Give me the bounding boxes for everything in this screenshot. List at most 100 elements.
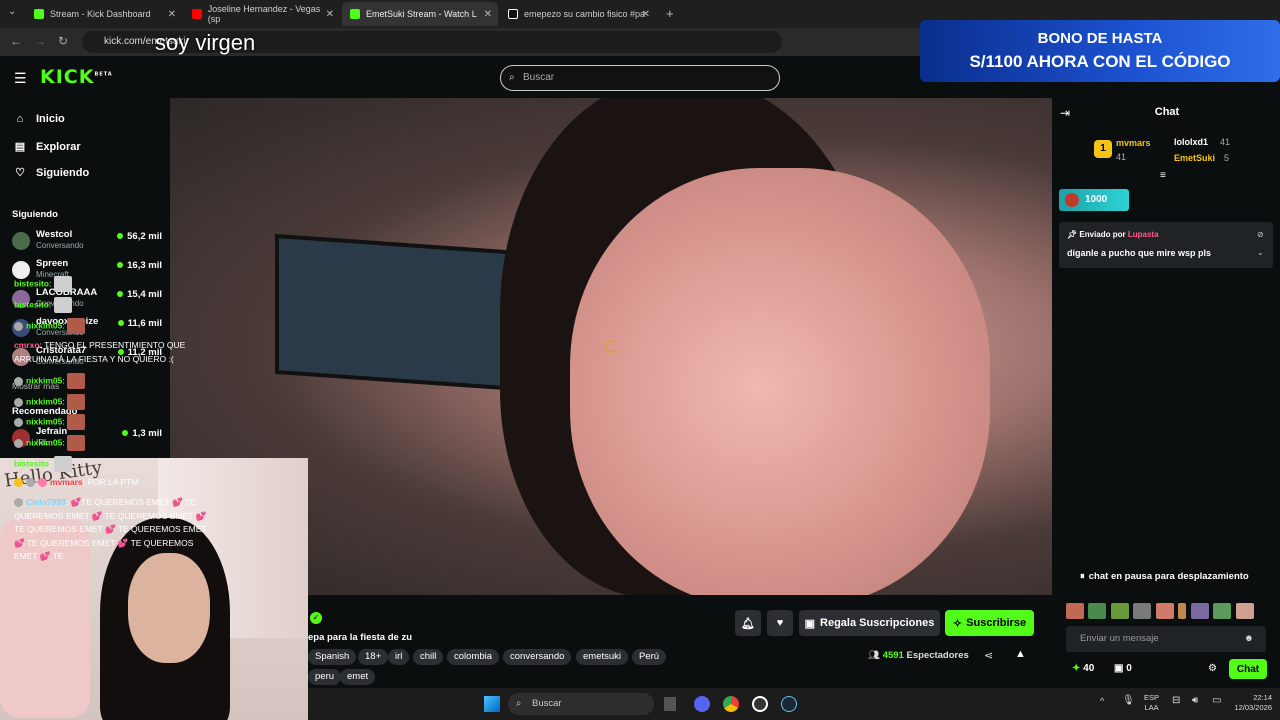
browser-tab[interactable]: Stream - Kick Dashboard ✕ [26, 2, 182, 26]
emote-icon[interactable] [1235, 602, 1254, 619]
chat-username[interactable]: nixkim05 [26, 437, 62, 447]
new-tab-icon[interactable]: + [666, 6, 674, 21]
menu-icon[interactable]: ☰ [14, 70, 27, 87]
close-icon[interactable]: ✕ [326, 9, 334, 20]
unpin-icon[interactable]: ⊘ [1257, 230, 1264, 239]
stream-tag[interactable]: peru [308, 669, 342, 685]
channel-points[interactable]: ✦ 40 [1072, 663, 1094, 674]
chat-username[interactable]: nixkim05 [26, 416, 62, 426]
top-gifter-name[interactable]: lololxd1 [1174, 137, 1208, 147]
emote-icon[interactable] [1190, 602, 1209, 619]
sidebar-item-inicio[interactable]: ⌂ Inicio [12, 113, 65, 125]
steam-icon[interactable] [781, 696, 797, 712]
follow-button[interactable]: ♥ [767, 610, 793, 636]
close-icon[interactable]: ✕ [484, 9, 492, 20]
stream-tag[interactable]: irl [388, 649, 410, 665]
send-chat-button[interactable]: Chat [1229, 659, 1267, 679]
stream-tag[interactable]: Perú [632, 649, 667, 665]
sidebar-item-explorar[interactable]: ▤ Explorar [12, 140, 81, 154]
discord-icon[interactable] [694, 696, 710, 712]
reload-icon[interactable]: ↻ [58, 34, 68, 48]
gift-count[interactable]: ▣ 0 [1114, 663, 1132, 674]
emoji-icon[interactable]: ☻ [1244, 626, 1254, 652]
chat-message: nixkim05: [14, 373, 214, 389]
gear-icon[interactable]: ⚙ [1208, 663, 1217, 674]
emote-icon[interactable] [1133, 602, 1152, 619]
chat-username[interactable]: bistesito [14, 278, 49, 288]
points-icon: ✦ [1072, 663, 1081, 674]
top-gifter-count: 41 [1116, 152, 1127, 162]
chat-message: cmrxo: TENGO EL PRESENTIMIENTO QUE ARRUI… [14, 340, 186, 364]
forward-arrow-icon[interactable]: → [34, 34, 46, 48]
chevron-down-icon[interactable]: ⌄ [1257, 248, 1264, 257]
task-view-icon[interactable] [664, 697, 676, 711]
chat-username[interactable]: bistesito [14, 299, 49, 309]
chat-username[interactable]: bistesito [14, 458, 49, 468]
volume-icon[interactable]: 🔊︎ [1192, 695, 1198, 706]
channel-name: Westcol [36, 229, 73, 240]
subscribe-button[interactable]: ✧ Suscribirse [945, 610, 1034, 636]
stream-tag[interactable]: colombia [447, 649, 500, 665]
pin-icon: 📌︎ [1067, 230, 1078, 239]
battery-icon[interactable]: ▭ [1212, 695, 1221, 706]
gift-icon: ▣ [1114, 663, 1124, 674]
chat-username[interactable]: mvmars [50, 477, 83, 487]
chat-username[interactable]: cmrxo [14, 340, 40, 350]
browser-tab-active[interactable]: EmetSuki Stream - Watch L ✕ [342, 2, 498, 26]
top-gifter-name[interactable]: mvmars [1116, 138, 1151, 148]
sidebar-channel[interactable]: Westcol Conversando 56,2 mil [12, 229, 162, 255]
clock[interactable]: 22:14 12/03/2026 [1222, 693, 1272, 713]
chat-username[interactable]: nixkim05 [26, 320, 62, 330]
emote-icon[interactable] [1110, 602, 1129, 619]
emote-icon[interactable] [1213, 602, 1232, 619]
stream-tag[interactable]: 18+ [358, 649, 389, 665]
report-icon[interactable]: ▲ [1015, 648, 1026, 660]
chevron-up-icon[interactable]: ^ [1100, 696, 1104, 706]
expand-icon[interactable]: ≡ [1160, 170, 1166, 181]
chat-username[interactable]: Cielo7893 [26, 497, 66, 507]
stream-tag[interactable]: Spanish [308, 649, 357, 665]
chat-username[interactable]: nixkim05 [26, 396, 62, 406]
stream-tag[interactable]: chill [413, 649, 444, 665]
browser-tab[interactable]: Joseline Hernandez - Vegas (sp ✕ [184, 2, 340, 26]
top-gifter-name[interactable]: EmetSuki [1174, 153, 1215, 163]
chat-message: mvmars: POR LA PTM [14, 476, 214, 490]
search-input[interactable]: ⌕ Buscar [500, 65, 780, 91]
collapse-chat-icon[interactable]: ⇥ [1060, 106, 1070, 120]
back-arrow-icon[interactable]: ← [10, 34, 22, 48]
taskbar-search[interactable]: ⌕ Buscar [508, 693, 654, 715]
tab-search-icon[interactable]: ⌄ [8, 6, 16, 17]
chat-input[interactable]: Enviar un mensaje ☻ [1066, 626, 1266, 652]
stream-tag[interactable]: emetsuki [576, 649, 629, 665]
chat-goal-progress[interactable]: 1000 [1059, 189, 1129, 211]
chat-username[interactable]: nixkim05 [26, 375, 62, 385]
stream-tag[interactable]: conversando [503, 649, 572, 665]
emote-icon[interactable] [1088, 602, 1107, 619]
pinned-message[interactable]: 📌︎ Enviado por Lupasta díganle a pucho q… [1059, 222, 1273, 268]
microphone-icon[interactable]: 🎙︎ [1122, 695, 1135, 706]
language-indicator[interactable]: ESP LAA [1144, 693, 1159, 713]
kick-logo[interactable]: KICKBETA [40, 66, 113, 88]
emote-icon[interactable] [1066, 602, 1084, 619]
stream-tag[interactable]: emet [340, 669, 376, 685]
notification-button[interactable]: 🔔︎ [735, 610, 761, 636]
emote-icon[interactable] [1178, 602, 1187, 619]
emote-icon [67, 414, 86, 430]
chrome-icon[interactable] [723, 696, 739, 712]
close-icon[interactable]: ✕ [642, 9, 650, 20]
browser-tab[interactable]: emepezo su cambio fisico #pa ✕ [500, 2, 656, 26]
emote-icon[interactable] [1155, 602, 1174, 619]
chat-paused-notice[interactable]: ⏸︎ chat en pausa para desplazamiento [1070, 567, 1262, 587]
lang-code: ESP [1144, 693, 1160, 702]
top-gifter-count: 5 [1224, 153, 1230, 163]
obs-icon[interactable] [752, 696, 768, 712]
gift-subs-button[interactable]: ▣ Regala Suscripciones [799, 610, 940, 636]
windows-start-icon[interactable] [484, 696, 500, 712]
tab-title: Joseline Hernandez - Vegas (sp [207, 4, 321, 24]
subscribe-label: Suscribirse [966, 617, 1027, 629]
promo-banner[interactable]: BONO DE HASTA S/1100 AHORA CON EL CÓDIGO [920, 20, 1280, 82]
sidebar-item-siguiendo[interactable]: ♡ Siguiendo [12, 166, 89, 180]
share-icon[interactable]: ⋖ [984, 649, 993, 662]
close-icon[interactable]: ✕ [168, 9, 176, 20]
network-icon[interactable]: ⊟ [1172, 695, 1180, 706]
